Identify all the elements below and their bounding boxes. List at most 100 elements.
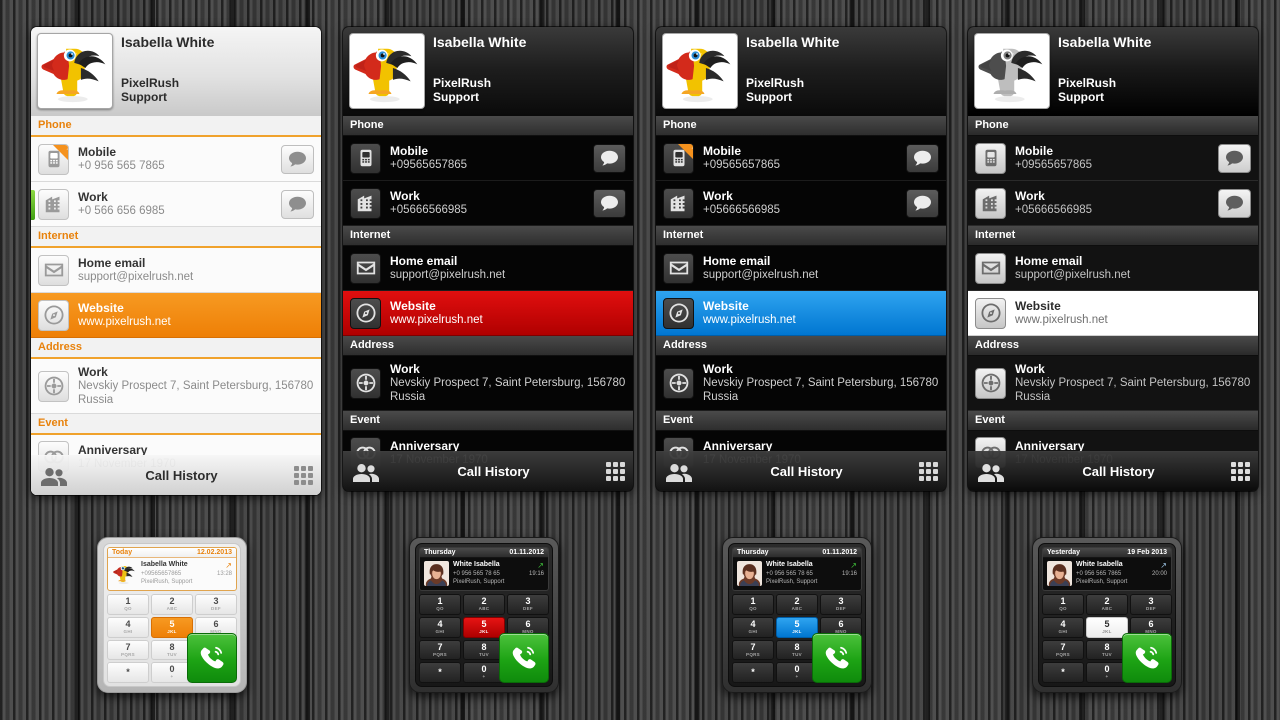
message-button[interactable] — [906, 188, 939, 218]
key-letters: JKL — [167, 628, 177, 634]
key-4[interactable]: 4 GHI — [732, 616, 774, 638]
mobile-phone-icon: ✦ — [38, 143, 69, 175]
row-work-phone[interactable]: Work +05666566985 — [968, 181, 1258, 226]
message-button[interactable] — [1218, 188, 1251, 218]
dialer-widget-dark-red[interactable]: Thursday 01.11.2012 White Isabella +0 95… — [409, 537, 559, 693]
key-1[interactable]: 1 QO — [107, 594, 149, 615]
key-letters: DEF — [1146, 606, 1156, 612]
key-5[interactable]: 5 JKL — [463, 616, 505, 638]
key-star[interactable]: * — [107, 662, 149, 683]
mobile-phone-icon: ✦ — [663, 142, 694, 174]
dialer-widget-dark-blue[interactable]: Thursday 01.11.2012 White Isabella +0 95… — [722, 537, 872, 693]
call-log-entry[interactable]: Yesterday 19 Feb 2013 White Isabella +0 … — [1042, 547, 1172, 591]
row-website[interactable]: Website www.pixelrush.net — [656, 291, 946, 336]
call-history-label[interactable]: Call History — [69, 468, 294, 483]
row-work-phone[interactable]: Work +0 566 656 6985 — [31, 182, 321, 227]
key-2[interactable]: 2 ABC — [463, 594, 505, 615]
key-1[interactable]: 1 QO — [1042, 594, 1084, 615]
key-letters: DEF — [523, 606, 533, 612]
keypad-grid-icon[interactable] — [294, 466, 313, 485]
key-number: 3 — [1148, 596, 1154, 607]
row-home-email[interactable]: Home email support@pixelrush.net — [343, 246, 633, 291]
row-work-phone[interactable]: Work +05666566985 — [343, 181, 633, 226]
dialer-widget-light[interactable]: Today 12.02.2013 Isabella White +0956565… — [97, 537, 247, 693]
row-address[interactable]: Work Nevskiy Prospect 7, Saint Petersbur… — [31, 359, 321, 414]
contacts-icon[interactable] — [351, 460, 381, 484]
key-star[interactable]: * — [732, 662, 774, 683]
key-2[interactable]: 2 ABC — [776, 594, 818, 615]
key-star[interactable]: * — [419, 662, 461, 683]
contacts-icon[interactable] — [664, 460, 694, 484]
key-1[interactable]: 1 QO — [732, 594, 774, 615]
key-7[interactable]: 7 PQRS — [1042, 639, 1084, 661]
keypad-grid-icon[interactable] — [1231, 462, 1250, 481]
call-day: Today — [112, 549, 133, 556]
call-history-label[interactable]: Call History — [694, 464, 919, 479]
key-5[interactable]: 5 JKL — [1086, 616, 1128, 638]
bottom-toolbar: Call History — [656, 451, 946, 491]
row-mobile[interactable]: ✦ Mobile +0 956 565 7865 — [31, 137, 321, 182]
key-4[interactable]: 4 GHI — [419, 616, 461, 638]
row-mobile[interactable]: Mobile +09565657865 — [343, 136, 633, 181]
key-7[interactable]: 7 PQRS — [732, 639, 774, 661]
key-3[interactable]: 3 DEF — [1130, 594, 1172, 615]
call-history-label[interactable]: Call History — [1006, 464, 1231, 479]
key-3[interactable]: 3 DEF — [820, 594, 862, 615]
row-mobile[interactable]: Mobile +09565657865 — [968, 136, 1258, 181]
row-address[interactable]: Work Nevskiy Prospect 7, Saint Petersbur… — [343, 356, 633, 411]
key-3[interactable]: 3 DEF — [195, 594, 237, 615]
key-2[interactable]: 2 ABC — [1086, 594, 1128, 615]
contact-card-light[interactable]: Isabella White PixelRush Support Phone ✦… — [31, 27, 321, 495]
message-button[interactable] — [281, 189, 314, 219]
key-4[interactable]: 4 GHI — [107, 616, 149, 638]
key-number: 0 — [1104, 664, 1110, 675]
key-5[interactable]: 5 JKL — [151, 616, 193, 638]
key-3[interactable]: 3 DEF — [507, 594, 549, 615]
key-1[interactable]: 1 QO — [419, 594, 461, 615]
call-button[interactable] — [499, 633, 549, 683]
call-button[interactable] — [1122, 633, 1172, 683]
keypad-grid-icon[interactable] — [919, 462, 938, 481]
row-website[interactable]: Website www.pixelrush.net — [343, 291, 633, 336]
key-letters: GHI — [1058, 628, 1068, 634]
key-7[interactable]: 7 PQRS — [107, 639, 149, 661]
message-button[interactable] — [281, 144, 314, 174]
row-home-email[interactable]: Home email support@pixelrush.net — [656, 246, 946, 291]
key-number: 1 — [1060, 596, 1066, 607]
key-7[interactable]: 7 PQRS — [419, 639, 461, 661]
contacts-icon[interactable] — [976, 460, 1006, 484]
message-button[interactable] — [906, 143, 939, 173]
section-internet: Internet — [656, 226, 946, 246]
contact-org: PixelRush — [1058, 76, 1117, 90]
call-button[interactable] — [187, 633, 237, 683]
keypad-grid-icon[interactable] — [606, 462, 625, 481]
contact-card-grayscale[interactable]: Isabella White PixelRush Support Phone M… — [968, 27, 1258, 491]
key-letters: PQRS — [1056, 651, 1070, 657]
contacts-icon[interactable] — [39, 464, 69, 488]
row-website[interactable]: Website www.pixelrush.net — [968, 291, 1258, 336]
row-value: +09565657865 — [390, 159, 468, 171]
key-letters: QO — [1059, 606, 1067, 612]
message-button[interactable] — [593, 188, 626, 218]
call-log-entry[interactable]: Thursday 01.11.2012 White Isabella +0 95… — [419, 547, 549, 591]
row-website[interactable]: Website www.pixelrush.net — [31, 293, 321, 338]
row-work-phone[interactable]: Work +05666566985 — [656, 181, 946, 226]
key-2[interactable]: 2 ABC — [151, 594, 193, 615]
row-home-email[interactable]: Home email support@pixelrush.net — [968, 246, 1258, 291]
contact-card-dark-blue[interactable]: Isabella White PixelRush Support Phone ✦… — [656, 27, 946, 491]
key-star[interactable]: * — [1042, 662, 1084, 683]
call-log-entry[interactable]: Today 12.02.2013 Isabella White +0956565… — [107, 547, 237, 591]
row-address[interactable]: Work Nevskiy Prospect 7, Saint Petersbur… — [656, 356, 946, 411]
key-4[interactable]: 4 GHI — [1042, 616, 1084, 638]
message-button[interactable] — [1218, 143, 1251, 173]
contact-card-dark-red[interactable]: Isabella White PixelRush Support Phone M… — [343, 27, 633, 491]
row-home-email[interactable]: Home email support@pixelrush.net — [31, 248, 321, 293]
message-button[interactable] — [593, 143, 626, 173]
call-button[interactable] — [812, 633, 862, 683]
row-address[interactable]: Work Nevskiy Prospect 7, Saint Petersbur… — [968, 356, 1258, 411]
dialer-widget-dark-white[interactable]: Yesterday 19 Feb 2013 White Isabella +0 … — [1032, 537, 1182, 693]
call-history-label[interactable]: Call History — [381, 464, 606, 479]
call-log-entry[interactable]: Thursday 01.11.2012 White Isabella +0 95… — [732, 547, 862, 591]
row-mobile[interactable]: ✦ Mobile +09565657865 — [656, 136, 946, 181]
key-5[interactable]: 5 JKL — [776, 616, 818, 638]
